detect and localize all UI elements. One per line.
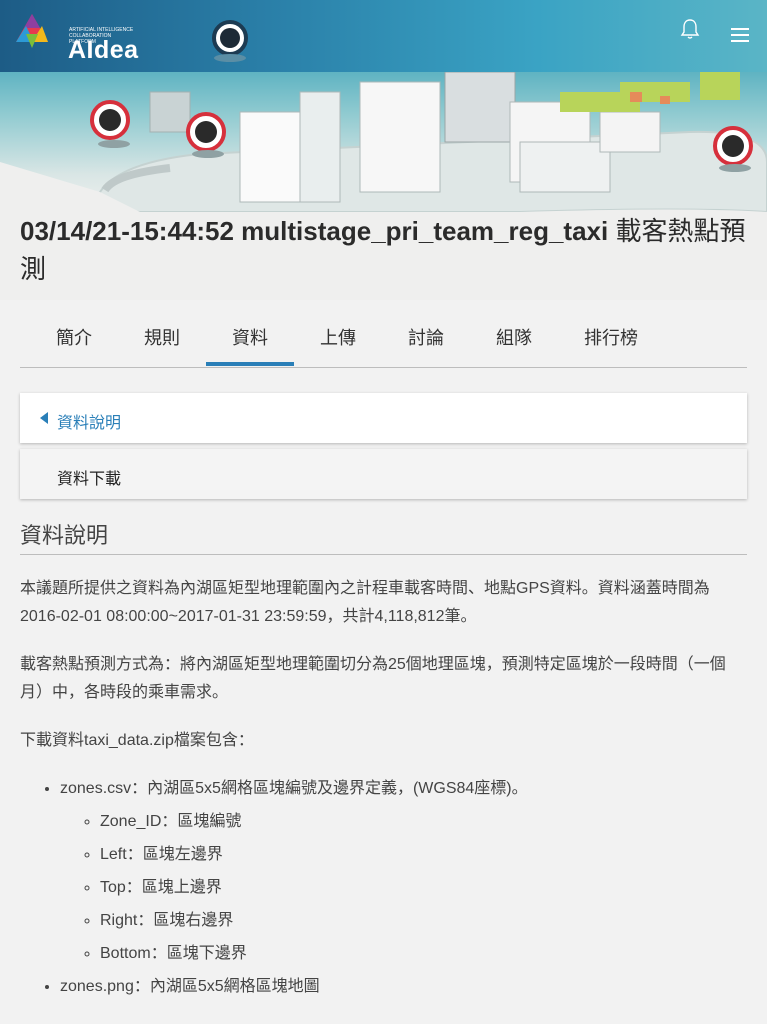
map-pin-icon bbox=[212, 20, 248, 62]
nav-item-data-download[interactable]: 資料下載 bbox=[20, 449, 747, 499]
nav-item-label: 資料下載 bbox=[57, 471, 122, 488]
tab-rules[interactable]: 規則 bbox=[144, 324, 180, 350]
nav-item-label: 資料說明 bbox=[57, 415, 122, 432]
list-item: Left：區塊左邊界 bbox=[100, 838, 767, 871]
list-item-text: zones.png：內湖區5x5網格區塊地圖 bbox=[60, 978, 320, 995]
list-item: Right：區塊右邊界 bbox=[100, 904, 767, 937]
bell-icon[interactable] bbox=[680, 18, 700, 40]
paragraph-prediction-method: 載客熱點預測方式為：將內湖區矩型地理範圍切分為25個地理區塊，預測特定區塊於一段… bbox=[20, 656, 726, 701]
list-item: Bottom：區塊下邊界 bbox=[100, 937, 767, 970]
logo-text: AIdea bbox=[68, 36, 139, 64]
caret-left-icon bbox=[40, 412, 48, 424]
file-list: zones.csv：內湖區5x5網格區塊編號及邊界定義，(WGS84座標)。 Z… bbox=[20, 772, 767, 1003]
tab-team[interactable]: 組隊 bbox=[496, 324, 532, 350]
section-heading: 資料說明 bbox=[20, 518, 747, 555]
tab-leaderboard[interactable]: 排行榜 bbox=[584, 324, 638, 350]
tab-discussion[interactable]: 討論 bbox=[408, 324, 444, 350]
page-title-code: 03/14/21-15:44:52 multistage_pri_team_re… bbox=[20, 216, 609, 246]
paragraph-dataset-intro: 本議題所提供之資料為內湖區矩型地理範圍內之計程車載客時間、地點GPS資料。資料涵… bbox=[20, 580, 710, 625]
aidea-logo-mark-icon bbox=[16, 14, 48, 48]
list-item: zones.png：內湖區5x5網格區塊地圖 bbox=[60, 970, 767, 1003]
list-item: Zone_ID：區塊編號 bbox=[100, 805, 767, 838]
field-list: Zone_ID：區塊編號 Left：區塊左邊界 Top：區塊上邊界 Right：… bbox=[60, 805, 767, 970]
list-item: zones.csv：內湖區5x5網格區塊編號及邊界定義，(WGS84座標)。 Z… bbox=[60, 772, 767, 970]
nav-item-data-description[interactable]: 資料說明 bbox=[20, 393, 747, 443]
list-item: Top：區塊上邊界 bbox=[100, 871, 767, 904]
list-item-text: zones.csv：內湖區5x5網格區塊編號及邊界定義，(WGS84座標)。 bbox=[60, 780, 528, 797]
competition-tabs: 簡介 規則 資料 上傳 討論 組隊 排行榜 bbox=[20, 300, 747, 368]
tab-intro[interactable]: 簡介 bbox=[56, 324, 92, 350]
active-tab-indicator bbox=[206, 362, 294, 366]
aidea-logo[interactable]: ARTIFICIAL INTELLIGENCE COLLABORATION PL… bbox=[12, 12, 138, 64]
tab-upload[interactable]: 上傳 bbox=[320, 324, 356, 350]
top-navigation-bar: ARTIFICIAL INTELLIGENCE COLLABORATION PL… bbox=[0, 0, 767, 72]
page-title: 03/14/21-15:44:52 multistage_pri_team_re… bbox=[20, 212, 750, 288]
section-heading-text: 資料說明 bbox=[20, 523, 109, 548]
tab-data[interactable]: 資料 bbox=[232, 324, 268, 350]
hamburger-menu-icon[interactable] bbox=[731, 28, 749, 44]
paragraph-download-contents: 下載資料taxi_data.zip檔案包含： bbox=[20, 732, 254, 749]
